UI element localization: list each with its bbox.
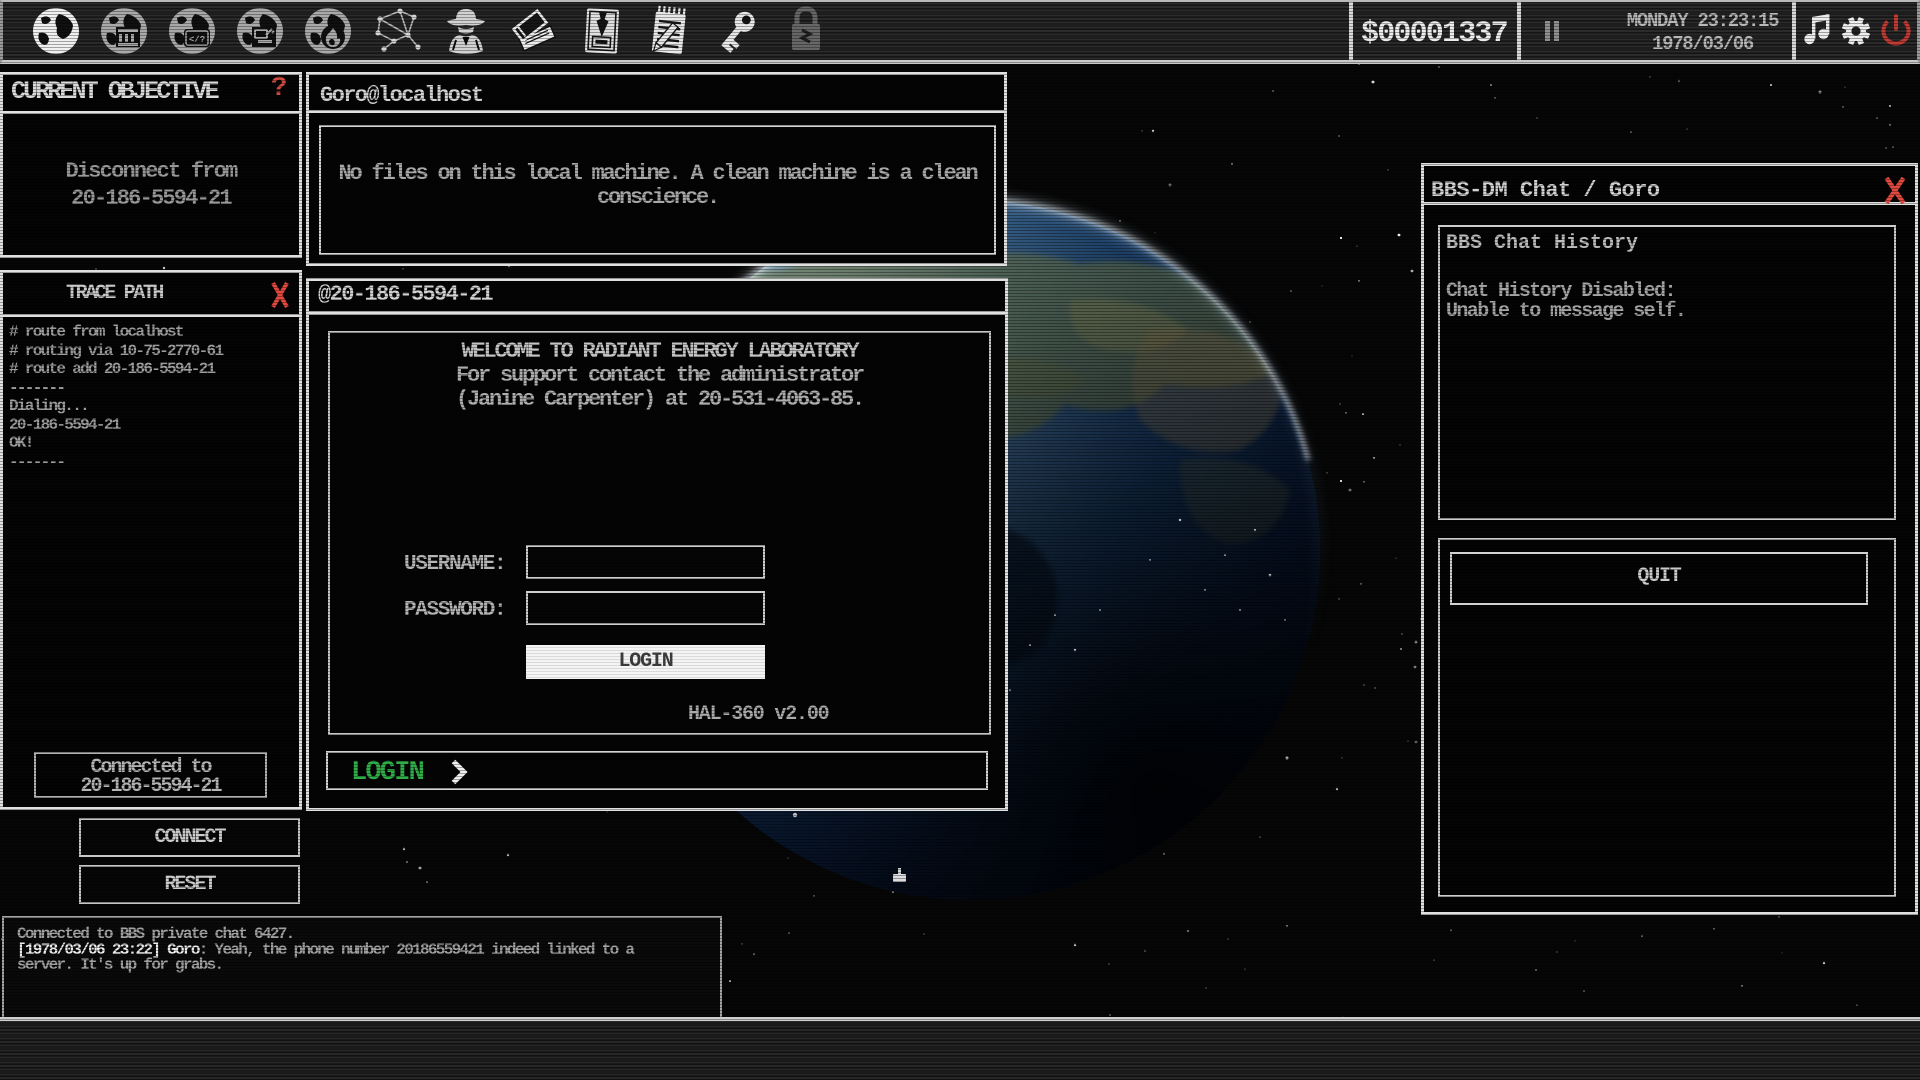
svg-text:</?: </? [189, 35, 205, 45]
